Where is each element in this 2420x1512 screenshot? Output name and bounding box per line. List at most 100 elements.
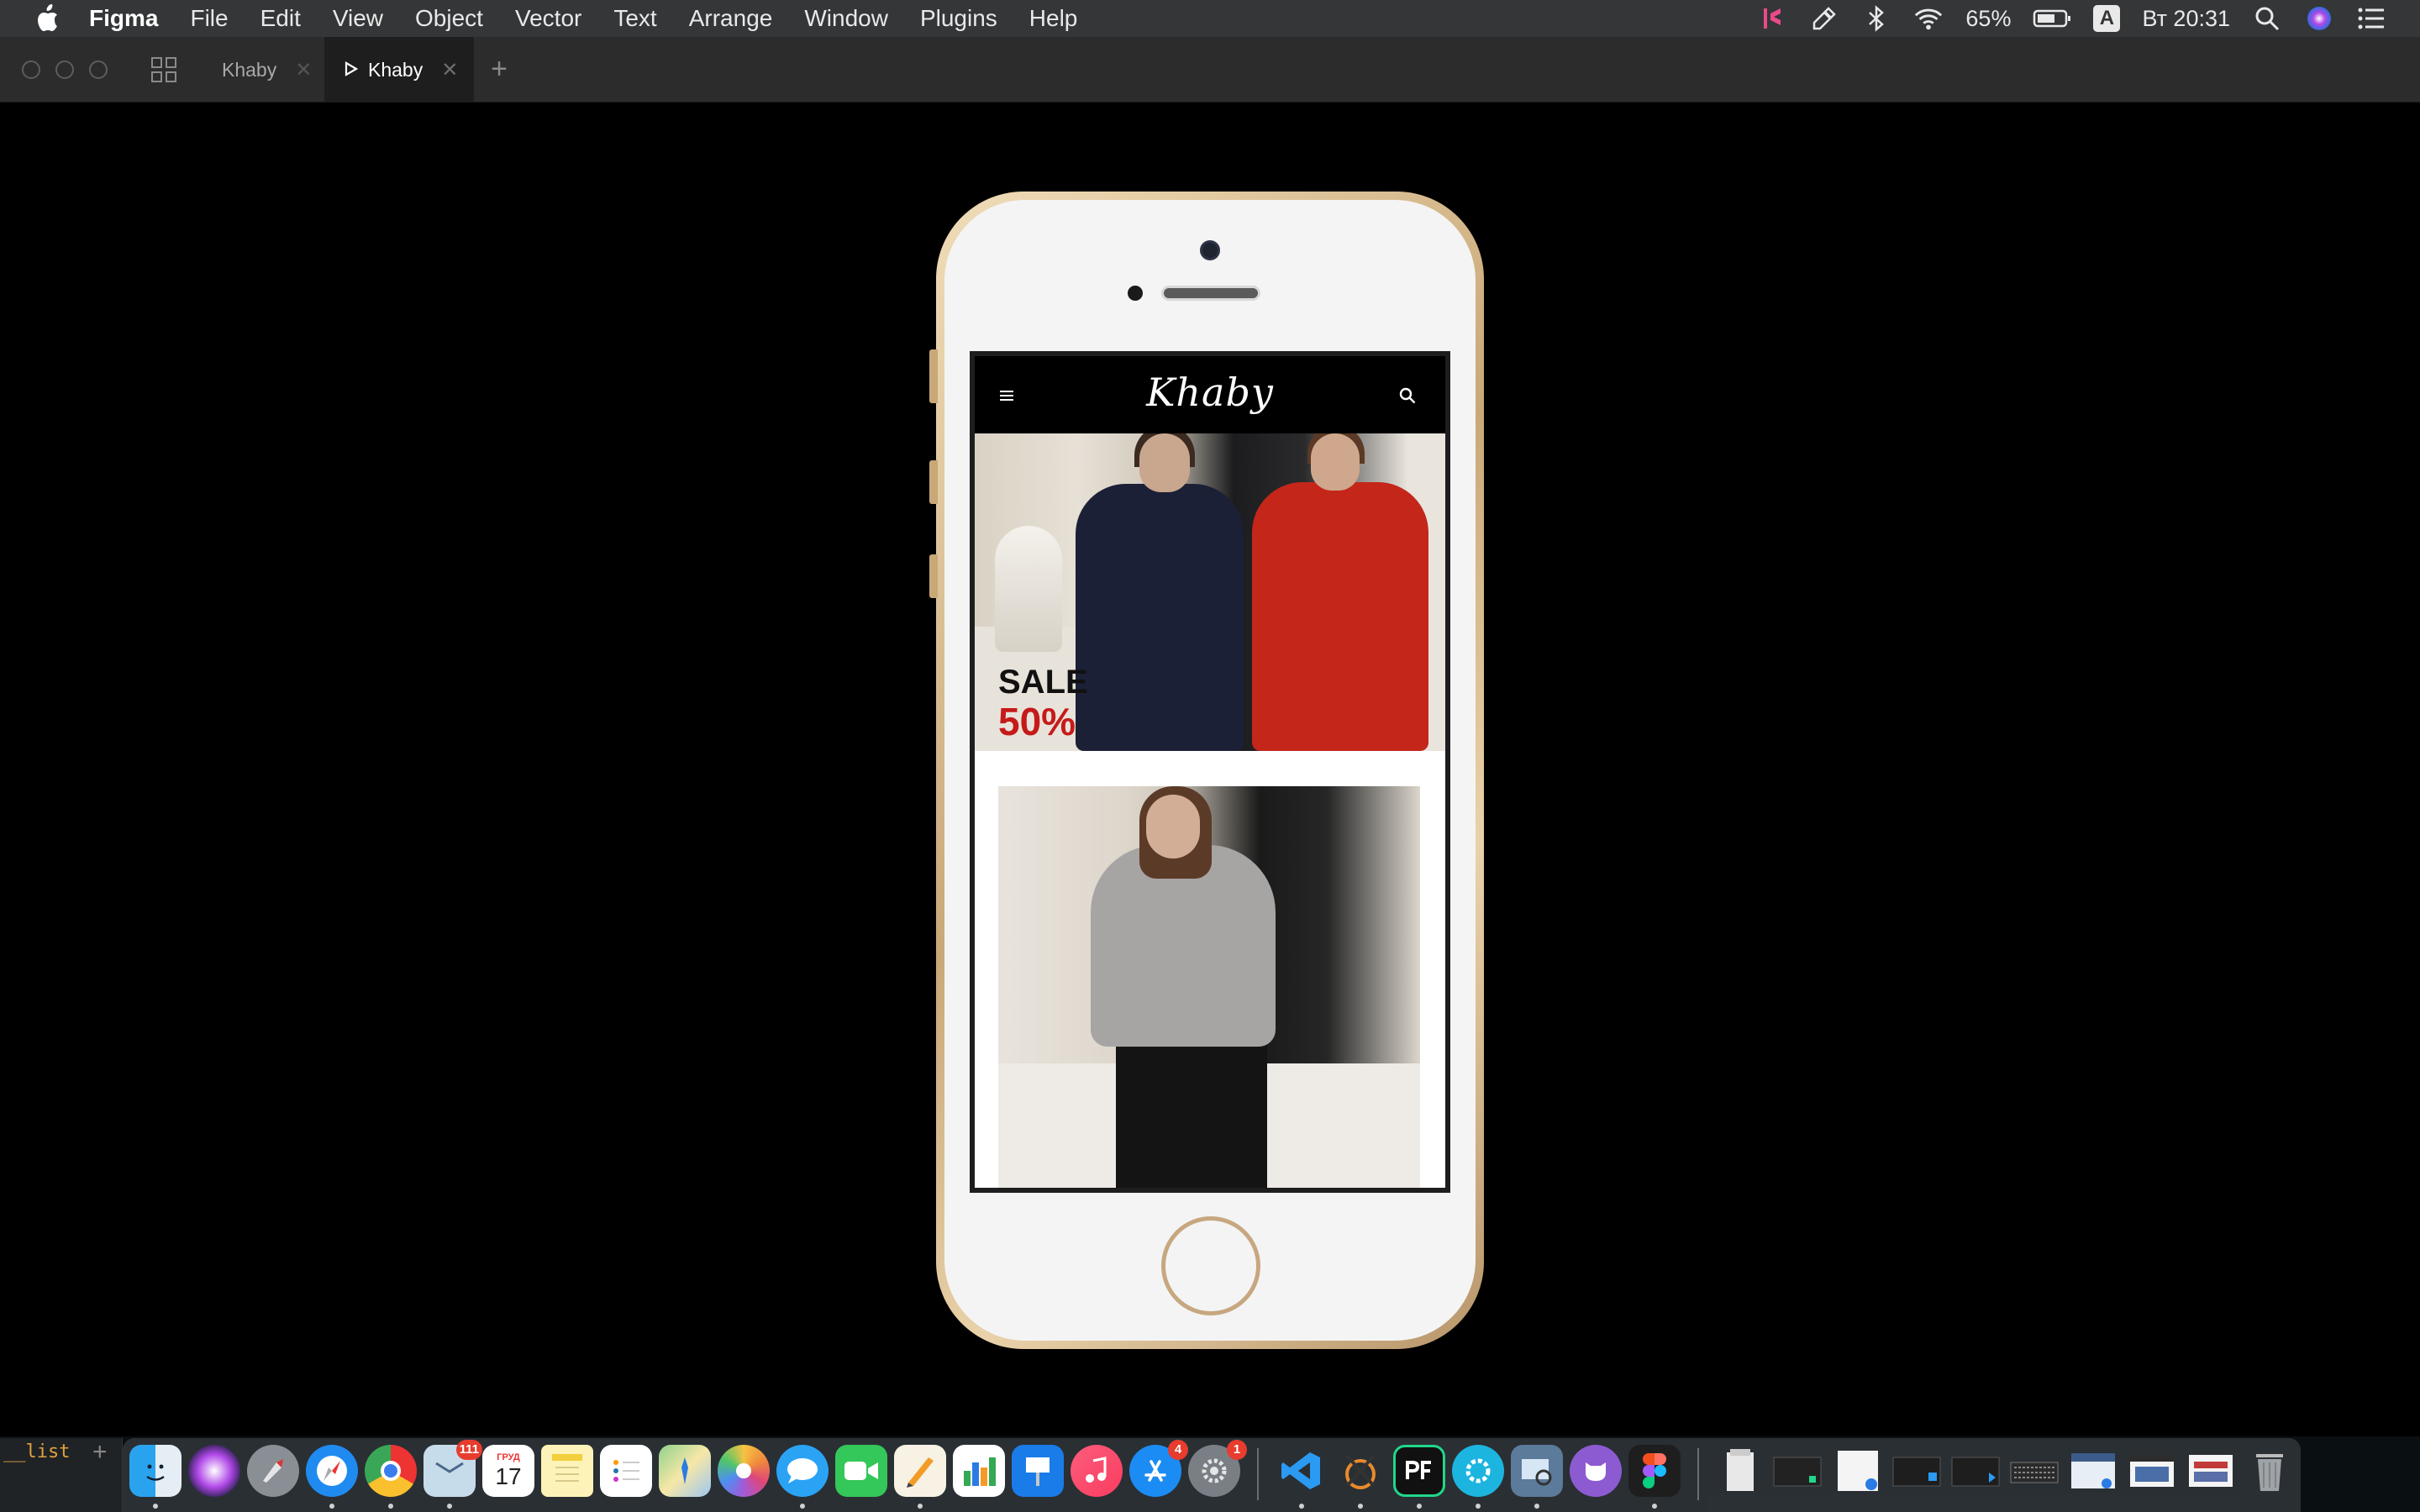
reminders-icon[interactable] bbox=[600, 1445, 652, 1497]
preview-icon[interactable] bbox=[1511, 1445, 1563, 1497]
minimized-code-window[interactable] bbox=[1949, 1445, 2002, 1497]
facetime-icon[interactable] bbox=[835, 1445, 887, 1497]
sale-banner[interactable]: SALE 50% bbox=[975, 433, 1445, 751]
input-source-icon[interactable]: A bbox=[2093, 5, 2121, 32]
minimized-terminal-window[interactable] bbox=[1771, 1445, 1823, 1497]
menubar-clock[interactable]: Вт 20:31 bbox=[2142, 6, 2230, 32]
xcode-instruments-icon[interactable] bbox=[1334, 1445, 1386, 1497]
color-picker-icon[interactable] bbox=[1809, 3, 1839, 34]
minimized-editor-window[interactable] bbox=[1891, 1445, 1943, 1497]
terminal-add-icon[interactable]: + bbox=[92, 1438, 108, 1467]
banner-sculpture bbox=[995, 526, 1062, 652]
menu-object[interactable]: Object bbox=[415, 5, 483, 32]
battery-percent: 65% bbox=[1965, 5, 2012, 31]
running-indicator bbox=[1417, 1504, 1422, 1509]
model-grey-face bbox=[1146, 795, 1200, 858]
itunes-icon[interactable] bbox=[1071, 1445, 1123, 1497]
mail-icon[interactable]: 111 bbox=[424, 1440, 482, 1497]
brand-logo[interactable]: Khaby bbox=[975, 370, 1445, 415]
tab-close-icon[interactable]: ✕ bbox=[295, 58, 312, 82]
maps-icon[interactable] bbox=[659, 1445, 711, 1497]
battery-icon[interactable] bbox=[2033, 3, 2071, 34]
calendar-day: 17 bbox=[495, 1463, 522, 1489]
system-preferences-icon[interactable]: 1 bbox=[1188, 1440, 1247, 1497]
tab-khaby-design[interactable]: Khaby ✕ bbox=[202, 37, 324, 102]
bluetooth-icon[interactable] bbox=[1861, 3, 1891, 34]
chrome-icon[interactable] bbox=[365, 1445, 417, 1497]
menu-file[interactable]: File bbox=[190, 5, 228, 32]
safari-icon[interactable] bbox=[306, 1445, 358, 1497]
finder-icon[interactable] bbox=[129, 1445, 182, 1497]
menu-bar: Figma File Edit View Object Vector Text … bbox=[0, 0, 2420, 37]
figma-status-icon[interactable] bbox=[1757, 3, 1787, 34]
window-close-button[interactable] bbox=[22, 60, 40, 79]
wifi-icon[interactable] bbox=[1913, 3, 1944, 34]
tab-khaby-prototype[interactable]: Khaby ✕ bbox=[324, 37, 474, 102]
notification-center-icon[interactable] bbox=[2356, 3, 2386, 34]
messages-icon[interactable] bbox=[776, 1445, 829, 1497]
file-browser-grid-icon[interactable] bbox=[151, 57, 176, 82]
product-photo[interactable] bbox=[998, 786, 1420, 1188]
system-preferences-badge: 1 bbox=[1227, 1440, 1247, 1460]
running-indicator bbox=[447, 1504, 452, 1509]
sale-percent: 50% bbox=[998, 700, 1076, 743]
input-source-label: A bbox=[2099, 7, 2115, 29]
phone-front-camera bbox=[1200, 240, 1220, 260]
tab-close-icon[interactable]: ✕ bbox=[441, 58, 458, 82]
launchpad-icon[interactable] bbox=[247, 1445, 299, 1497]
pages-icon[interactable] bbox=[894, 1445, 946, 1497]
model-black-trousers bbox=[1116, 1038, 1267, 1188]
running-indicator bbox=[1652, 1504, 1657, 1509]
minimized-document-window[interactable] bbox=[1832, 1445, 1884, 1497]
add-tab-icon[interactable]: + bbox=[482, 52, 516, 86]
trash-icon[interactable] bbox=[2244, 1445, 2296, 1497]
numbers-icon[interactable] bbox=[953, 1445, 1005, 1497]
github-desktop-icon[interactable] bbox=[1570, 1445, 1622, 1497]
vscode-icon[interactable] bbox=[1276, 1445, 1328, 1497]
app-store-icon[interactable]: 4 bbox=[1129, 1440, 1188, 1497]
running-indicator bbox=[329, 1504, 334, 1509]
network-utility-icon[interactable] bbox=[1452, 1445, 1504, 1497]
terminal-window-edge[interactable]: __list + bbox=[0, 1438, 123, 1512]
siri-icon[interactable] bbox=[188, 1445, 240, 1497]
menu-arrange[interactable]: Arrange bbox=[689, 5, 773, 32]
window-zoom-button[interactable] bbox=[89, 60, 108, 79]
menu-edit[interactable]: Edit bbox=[260, 5, 301, 32]
product-section bbox=[975, 751, 1445, 1188]
calendar-icon[interactable]: ГРУД 17 bbox=[482, 1445, 534, 1497]
mail-badge: 111 bbox=[455, 1440, 482, 1460]
phone-home-button[interactable] bbox=[1161, 1216, 1260, 1315]
window-minimize-button[interactable] bbox=[55, 60, 74, 79]
minimized-design-window[interactable] bbox=[2185, 1445, 2237, 1497]
pycharm-icon[interactable] bbox=[1393, 1445, 1445, 1497]
minimized-browser-window[interactable] bbox=[2067, 1445, 2119, 1497]
minimized-keyboard-window[interactable] bbox=[2008, 1445, 2060, 1497]
figma-icon[interactable] bbox=[1628, 1445, 1681, 1497]
model-navy-dress bbox=[1076, 484, 1244, 751]
menu-app-figma[interactable]: Figma bbox=[89, 5, 158, 32]
menu-text[interactable]: Text bbox=[613, 5, 656, 32]
figma-tab-bar: Khaby ✕ Khaby ✕ + bbox=[0, 37, 2420, 102]
dock-separator bbox=[1697, 1448, 1699, 1500]
running-indicator bbox=[1299, 1504, 1304, 1509]
menu-window[interactable]: Window bbox=[804, 5, 888, 32]
menu-vector[interactable]: Vector bbox=[515, 5, 581, 32]
minimized-figma-window[interactable] bbox=[2126, 1445, 2178, 1497]
apple-menu-icon[interactable] bbox=[30, 2, 64, 35]
search-icon[interactable] bbox=[1398, 386, 1417, 405]
notes-icon[interactable] bbox=[541, 1445, 593, 1497]
running-indicator bbox=[1534, 1504, 1539, 1509]
phone-volume-down bbox=[929, 554, 938, 598]
documents-stack-icon[interactable] bbox=[1714, 1445, 1766, 1497]
siri-icon[interactable] bbox=[2304, 3, 2334, 34]
terminal-text: __list bbox=[3, 1441, 71, 1462]
sale-label: SALE bbox=[998, 664, 1088, 701]
status-area: 65% A Вт 20:31 bbox=[1757, 0, 2386, 37]
running-indicator bbox=[800, 1504, 805, 1509]
menu-view[interactable]: View bbox=[333, 5, 383, 32]
menu-help[interactable]: Help bbox=[1029, 5, 1078, 32]
keynote-icon[interactable] bbox=[1012, 1445, 1064, 1497]
spotlight-search-icon[interactable] bbox=[2252, 3, 2282, 34]
photos-icon[interactable] bbox=[718, 1445, 770, 1497]
menu-plugins[interactable]: Plugins bbox=[920, 5, 997, 32]
